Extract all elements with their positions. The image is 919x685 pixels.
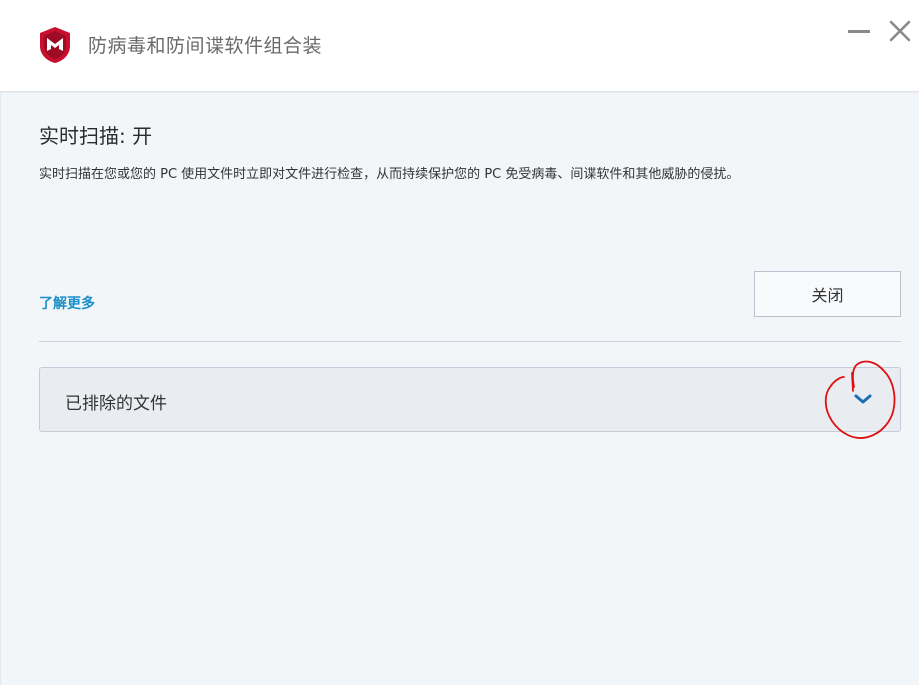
turn-off-button[interactable]: 关闭 xyxy=(754,271,901,317)
section-divider xyxy=(39,341,901,342)
app-title: 防病毒和防间谍软件组合装 xyxy=(88,35,323,57)
learn-more-link[interactable]: 了解更多 xyxy=(39,293,95,313)
realtime-scan-panel: 实时扫描: 开 实时扫描在您或您的 PC 使用文件时立即对文件进行检查，从而持续… xyxy=(0,93,919,685)
excluded-files-accordion[interactable]: 已排除的文件 xyxy=(39,367,901,432)
mcafee-shield-icon xyxy=(40,27,70,63)
chevron-down-icon[interactable] xyxy=(852,391,874,407)
title-bar: 防病毒和防间谍软件组合装 xyxy=(0,0,919,92)
scan-description: 实时扫描在您或您的 PC 使用文件时立即对文件进行检查，从而持续保护您的 PC … xyxy=(39,167,740,182)
minimize-icon[interactable] xyxy=(846,18,872,44)
page-title: 实时扫描: 开 xyxy=(39,124,153,148)
close-icon[interactable] xyxy=(887,18,913,44)
excluded-files-label: 已排除的文件 xyxy=(65,394,167,414)
